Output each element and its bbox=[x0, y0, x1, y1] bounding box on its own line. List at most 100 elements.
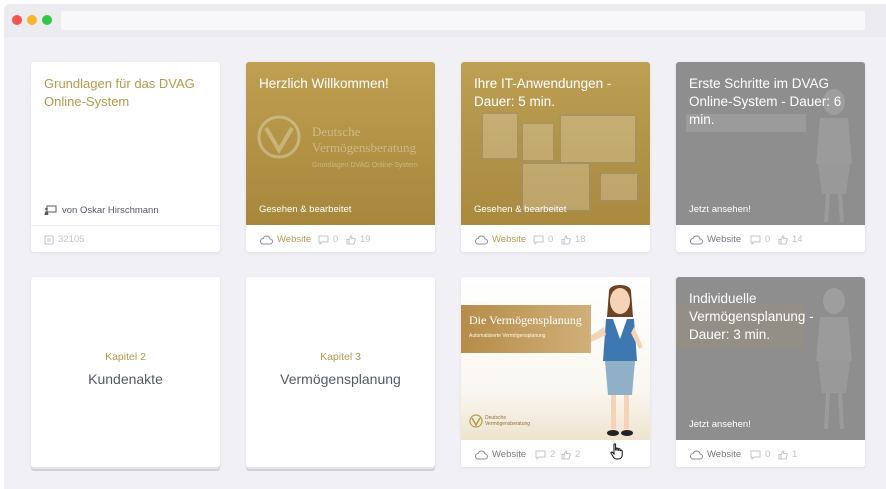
card-footer: Website 0 14 bbox=[676, 225, 865, 252]
card-footer: Website 0 19 bbox=[246, 225, 435, 252]
card-divider bbox=[31, 225, 220, 226]
chapter-heading: Kapitel 3 Vermögensplanung bbox=[246, 351, 435, 387]
monitor-illustration bbox=[599, 172, 639, 202]
chapter-name: Vermögensplanung bbox=[280, 371, 401, 387]
website-label: Website bbox=[707, 449, 742, 460]
card-footer: Website 0 1 bbox=[676, 440, 865, 467]
comment-count-value: 0 bbox=[548, 234, 554, 245]
comment-count[interactable]: 0 bbox=[318, 234, 338, 245]
lesson-card-vermoegensplanung[interactable]: Die Vermögensplanung Automatisierte Verm… bbox=[461, 277, 650, 467]
like-count[interactable]: 2 bbox=[561, 449, 580, 460]
cloud-icon bbox=[689, 235, 703, 244]
cloud-icon bbox=[474, 450, 488, 459]
monitor-illustration bbox=[559, 114, 637, 164]
card-footer: Website 0 18 bbox=[461, 225, 650, 252]
thumbs-up-icon bbox=[346, 234, 356, 244]
lesson-card-erste-schritte[interactable]: Erste Schritte im DVAG Online-System - D… bbox=[676, 62, 865, 252]
monitor-illustration bbox=[481, 112, 519, 160]
browser-window: Grundlagen für das DVAG Online-System vo… bbox=[4, 4, 886, 489]
website-link[interactable]: Website bbox=[474, 449, 526, 460]
lesson-card-it-anwendungen[interactable]: Ihre IT-Anwendungen - Dauer: 5 min. Gese… bbox=[461, 62, 650, 252]
website-link[interactable]: Website bbox=[689, 234, 741, 245]
cloud-icon bbox=[259, 235, 273, 244]
comment-count[interactable]: 0 bbox=[750, 234, 770, 245]
hand-cursor-icon bbox=[610, 443, 623, 460]
dvag-logo bbox=[257, 115, 301, 159]
like-count[interactable]: 18 bbox=[561, 234, 586, 245]
website-label: Website bbox=[492, 234, 527, 245]
comment-count-value: 0 bbox=[765, 234, 771, 245]
title-bar bbox=[4, 4, 886, 37]
lesson-title: Herzlich Willkommen! bbox=[259, 76, 389, 91]
lesson-status: Gesehen & bearbeitet bbox=[259, 204, 352, 215]
website-link[interactable]: Website bbox=[474, 234, 526, 245]
address-bar[interactable] bbox=[61, 11, 865, 30]
author-name: von Oskar Hirschmann bbox=[62, 205, 159, 216]
lesson-title: Ihre IT-Anwendungen - Dauer: 5 min. bbox=[474, 76, 612, 109]
comment-count[interactable]: 2 bbox=[535, 449, 555, 460]
like-count-value: 19 bbox=[360, 234, 371, 245]
logo-text-line2: Vermögensberatung bbox=[485, 421, 531, 427]
course-info-card: Grundlagen für das DVAG Online-System vo… bbox=[31, 62, 220, 252]
chapter-number: Kapitel 3 bbox=[320, 351, 361, 363]
comment-count[interactable]: 0 bbox=[750, 449, 770, 460]
like-count-value: 1 bbox=[792, 449, 798, 460]
cloud-icon bbox=[689, 450, 703, 459]
chapter-number: Kapitel 2 bbox=[105, 351, 146, 363]
lesson-title: Erste Schritte im DVAG Online-System - D… bbox=[689, 76, 842, 127]
comment-count-value: 0 bbox=[333, 234, 339, 245]
logo-text-line3: Grundlagen DVAG Online-System bbox=[312, 162, 418, 169]
chapter-card-vermoegensplanung[interactable]: Kapitel 3 Vermögensplanung bbox=[246, 277, 435, 467]
like-count-value: 14 bbox=[792, 234, 803, 245]
website-label: Website bbox=[492, 449, 527, 460]
chapter-name: Kundenakte bbox=[88, 371, 163, 387]
course-author: von Oskar Hirschmann bbox=[44, 205, 159, 216]
presenter-icon bbox=[44, 205, 57, 215]
lesson-status: Jetzt ansehen! bbox=[689, 419, 751, 430]
id-card-icon bbox=[44, 235, 54, 244]
comment-count-value: 2 bbox=[550, 449, 556, 460]
comment-count[interactable]: 0 bbox=[533, 234, 553, 245]
dvag-logo bbox=[469, 414, 483, 428]
thumbs-up-icon bbox=[561, 449, 571, 459]
website-label: Website bbox=[707, 234, 742, 245]
course-id: 32105 bbox=[44, 234, 84, 245]
comment-icon bbox=[533, 235, 544, 245]
logo-text-line1: Deutsche bbox=[312, 124, 361, 139]
comment-icon bbox=[750, 450, 761, 460]
like-count-value: 2 bbox=[575, 449, 581, 460]
lesson-title: Individuelle Vermögensplanung - Dauer: 3… bbox=[689, 291, 814, 342]
thumbs-up-icon bbox=[561, 234, 571, 244]
lesson-card-individuelle[interactable]: Individuelle Vermögensplanung - Dauer: 3… bbox=[676, 277, 865, 467]
lesson-status: Jetzt ansehen! bbox=[689, 204, 751, 215]
maximize-window-button[interactable] bbox=[42, 15, 52, 25]
banner-title: Die Vermögensplanung bbox=[469, 313, 582, 327]
course-title: Grundlagen für das DVAG Online-System bbox=[44, 76, 195, 109]
cloud-icon bbox=[474, 235, 488, 244]
banner-subtitle: Automatisierte Vermögensplanung bbox=[469, 333, 546, 339]
comment-count-value: 0 bbox=[765, 449, 771, 460]
comment-icon bbox=[750, 235, 761, 245]
monitor-illustration bbox=[521, 122, 555, 162]
like-count[interactable]: 19 bbox=[346, 234, 371, 245]
thumbs-up-icon bbox=[778, 234, 788, 244]
logo-text: Deutsche Vermögensberatung bbox=[485, 415, 530, 427]
like-count-value: 18 bbox=[575, 234, 586, 245]
comment-icon bbox=[535, 450, 546, 460]
thumbs-up-icon bbox=[778, 449, 788, 459]
website-label: Website bbox=[277, 234, 312, 245]
website-link[interactable]: Website bbox=[689, 449, 741, 460]
like-count[interactable]: 14 bbox=[778, 234, 803, 245]
minimize-window-button[interactable] bbox=[27, 15, 37, 25]
presenter-illustration bbox=[591, 285, 643, 436]
chapter-heading: Kapitel 2 Kundenakte bbox=[31, 351, 220, 387]
lesson-thumbnail: Die Vermögensplanung Automatisierte Verm… bbox=[461, 277, 650, 440]
lesson-card-willkommen[interactable]: Deutsche Vermögensberatung Grundlagen DV… bbox=[246, 62, 435, 252]
lesson-status: Gesehen & bearbeitet bbox=[474, 204, 567, 215]
logo-text-line2: Vermögensberatung bbox=[312, 140, 416, 155]
course-id-value: 32105 bbox=[58, 234, 85, 245]
website-link[interactable]: Website bbox=[259, 234, 311, 245]
chapter-card-kundenakte[interactable]: Kapitel 2 Kundenakte bbox=[31, 277, 220, 467]
close-window-button[interactable] bbox=[12, 15, 22, 25]
like-count[interactable]: 1 bbox=[778, 449, 797, 460]
